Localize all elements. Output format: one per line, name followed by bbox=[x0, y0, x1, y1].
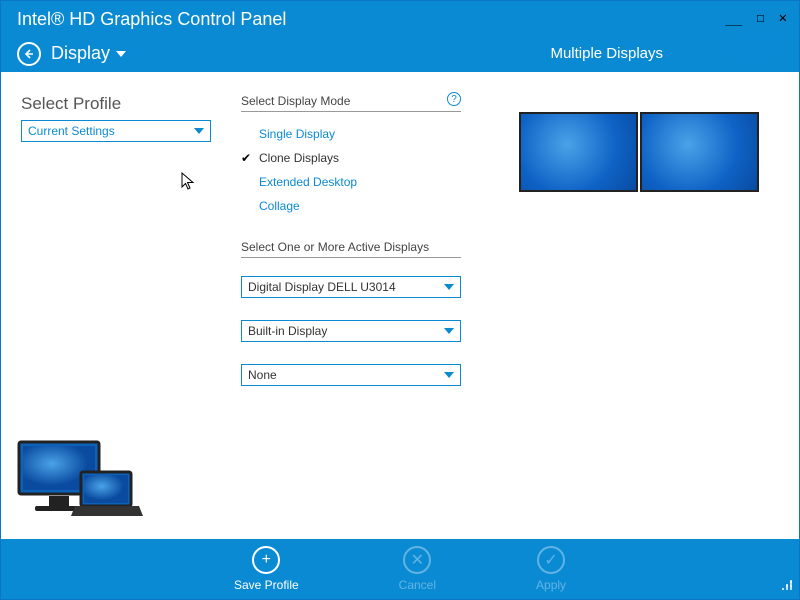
minimize-button[interactable]: __ bbox=[723, 10, 744, 26]
chevron-down-icon bbox=[194, 128, 204, 134]
arrow-left-icon bbox=[23, 48, 35, 60]
intel-logo: intel bbox=[725, 29, 779, 70]
plus-icon: + bbox=[252, 546, 280, 574]
display-mode-option[interactable]: Collage bbox=[241, 194, 461, 218]
cursor-icon bbox=[181, 172, 197, 197]
titlebar: Intel® HD Graphics Control Panel __ ☐ ✕ bbox=[1, 1, 799, 35]
active-display-select-3[interactable]: None bbox=[241, 364, 461, 386]
display-preview bbox=[519, 112, 759, 192]
profile-selected-value: Current Settings bbox=[28, 124, 115, 138]
profile-label: Select Profile bbox=[21, 94, 121, 114]
settings-column: Select Display Mode ? Single DisplayClon… bbox=[241, 94, 461, 386]
apply-button[interactable]: ✓ Apply bbox=[536, 546, 566, 592]
active-displays-label: Select One or More Active Displays bbox=[241, 240, 461, 258]
check-icon: ✓ bbox=[537, 546, 565, 574]
chevron-down-icon bbox=[116, 51, 126, 57]
page-title: Multiple Displays bbox=[550, 45, 663, 62]
resize-grip-icon bbox=[781, 577, 793, 595]
preview-monitor-2 bbox=[640, 112, 759, 192]
display-mode-option[interactable]: Single Display bbox=[241, 122, 461, 146]
chevron-down-icon bbox=[444, 284, 454, 290]
svg-text:intel: intel bbox=[738, 39, 768, 55]
save-profile-button[interactable]: + Save Profile bbox=[234, 546, 299, 592]
display-mode-option[interactable]: Clone Displays bbox=[241, 146, 461, 170]
bottom-bar: + Save Profile ✕ Cancel ✓ Apply bbox=[1, 539, 799, 599]
help-icon[interactable]: ? bbox=[447, 92, 461, 106]
active-display-select-1[interactable]: Digital Display DELL U3014 bbox=[241, 276, 461, 298]
section-name: Display bbox=[51, 43, 110, 64]
section-dropdown[interactable]: Display bbox=[51, 43, 126, 64]
content-area: Select Profile Current Settings Select D… bbox=[1, 72, 799, 539]
profile-select[interactable]: Current Settings bbox=[21, 120, 211, 142]
select-value: Built-in Display bbox=[248, 324, 327, 338]
select-value: Digital Display DELL U3014 bbox=[248, 280, 396, 294]
back-button[interactable] bbox=[17, 42, 41, 66]
active-display-select-2[interactable]: Built-in Display bbox=[241, 320, 461, 342]
preview-monitor-1 bbox=[519, 112, 638, 192]
chevron-down-icon bbox=[444, 328, 454, 334]
window: Intel® HD Graphics Control Panel __ ☐ ✕ … bbox=[0, 0, 800, 600]
app-title: Intel® HD Graphics Control Panel bbox=[17, 7, 713, 30]
close-button[interactable]: ✕ bbox=[777, 10, 789, 26]
display-mode-label: Select Display Mode ? bbox=[241, 94, 461, 112]
devices-illustration bbox=[15, 436, 145, 531]
chevron-down-icon bbox=[444, 372, 454, 378]
cancel-button[interactable]: ✕ Cancel bbox=[399, 546, 436, 592]
select-value: None bbox=[248, 368, 277, 382]
close-icon: ✕ bbox=[403, 546, 431, 574]
display-mode-option[interactable]: Extended Desktop bbox=[241, 170, 461, 194]
subheader: Display Multiple Displays bbox=[1, 35, 799, 72]
maximize-button[interactable]: ☐ bbox=[754, 10, 766, 26]
